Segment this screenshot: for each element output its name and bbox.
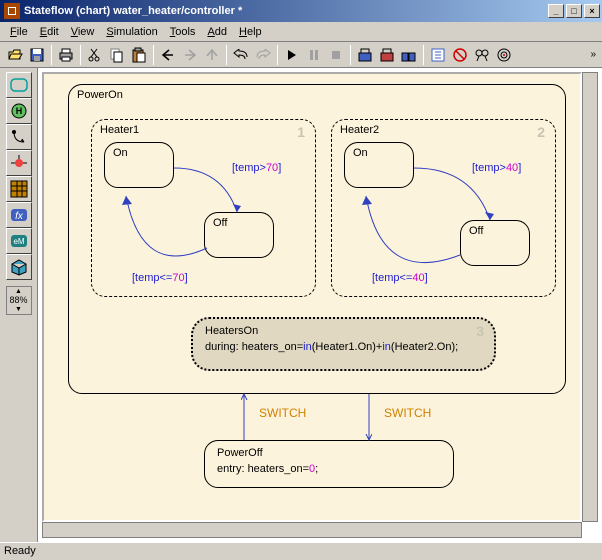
state-h1-on-label: On	[113, 147, 128, 159]
cond-h1-to-on: [temp<=70]	[132, 272, 188, 284]
default-transition-icon[interactable]	[6, 124, 32, 150]
svg-text:H: H	[15, 106, 22, 116]
box-icon[interactable]	[6, 254, 32, 280]
back-icon[interactable]	[157, 44, 179, 66]
targets-icon[interactable]	[493, 44, 515, 66]
target-icon[interactable]	[376, 44, 398, 66]
menu-simulation[interactable]: Simulation	[100, 24, 163, 40]
history-junction-icon[interactable]: H	[6, 98, 32, 124]
menu-edit[interactable]: Edit	[34, 24, 65, 40]
zoom-indicator[interactable]: ▲ 88% ▼	[6, 286, 32, 315]
build-icon[interactable]	[354, 44, 376, 66]
junction-icon[interactable]	[6, 150, 32, 176]
state-heater1-label: Heater1	[100, 124, 139, 136]
open-icon[interactable]	[4, 44, 26, 66]
state-h1-off[interactable]: Off	[204, 212, 274, 258]
state-heaterson[interactable]: 3 HeatersOn during: heaters_on=in(Heater…	[191, 317, 496, 371]
cond-h2-to-off: [temp>40]	[472, 162, 521, 174]
state-heater2[interactable]: Heater2 2 On Off [temp>40] [temp<=40]	[331, 119, 556, 297]
print-icon[interactable]	[55, 44, 77, 66]
state-h2-off[interactable]: Off	[460, 220, 530, 266]
undo-icon[interactable]	[230, 44, 252, 66]
statusbar: Ready	[0, 542, 602, 560]
copy-icon[interactable]	[106, 44, 128, 66]
debug-off-icon[interactable]	[449, 44, 471, 66]
state-h1-off-label: Off	[213, 217, 227, 229]
minimize-button[interactable]: _	[548, 4, 564, 18]
app-icon	[4, 3, 20, 19]
toolbar-overflow-icon[interactable]: »	[590, 49, 598, 60]
status-text: Ready	[4, 545, 36, 557]
toolbar: »	[0, 42, 602, 68]
vertical-scrollbar[interactable]	[582, 72, 598, 522]
state-poweron-label: PowerOn	[77, 89, 123, 101]
palette: H fx eM ▲ 88% ▼	[0, 68, 38, 542]
stop-icon[interactable]	[325, 44, 347, 66]
state-h2-off-label: Off	[469, 225, 483, 237]
menu-file[interactable]: File	[4, 24, 34, 40]
svg-text:eM: eM	[13, 237, 24, 246]
region-1-num: 1	[297, 124, 305, 140]
switch-label-1: SWITCH	[259, 406, 306, 420]
work-area: H fx eM ▲ 88% ▼ PowerOn Heater1 1 On	[0, 68, 602, 542]
maximize-button[interactable]: □	[566, 4, 582, 18]
zoom-down-icon[interactable]: ▼	[7, 306, 31, 314]
state-tool-icon[interactable]	[6, 72, 32, 98]
function-icon[interactable]: fx	[6, 202, 32, 228]
save-icon[interactable]	[26, 44, 48, 66]
switch-label-2: SWITCH	[384, 406, 431, 420]
chart-canvas[interactable]: PowerOn Heater1 1 On Off [temp>70] [temp…	[42, 72, 582, 522]
state-heater1[interactable]: Heater1 1 On Off [temp>70] [temp<=70]	[91, 119, 316, 297]
state-h2-on-label: On	[353, 147, 368, 159]
options-icon[interactable]	[398, 44, 420, 66]
zoom-value: 88	[9, 295, 19, 305]
truth-table-icon[interactable]	[6, 176, 32, 202]
titlebar: Stateflow (chart) water_heater/controlle…	[0, 0, 602, 22]
explore-icon[interactable]	[427, 44, 449, 66]
cond-h1-to-off: [temp>70]	[232, 162, 281, 174]
horizontal-scrollbar[interactable]	[42, 522, 582, 538]
up-icon[interactable]	[201, 44, 223, 66]
state-poweroff-body: entry: heaters_on=0;	[217, 463, 318, 475]
redo-icon[interactable]	[252, 44, 274, 66]
state-poweroff[interactable]: PowerOff entry: heaters_on=0;	[204, 440, 454, 488]
close-button[interactable]: ×	[584, 4, 600, 18]
window-title: Stateflow (chart) water_heater/controlle…	[24, 5, 546, 17]
menu-view[interactable]: View	[65, 24, 101, 40]
menubar: File Edit View Simulation Tools Add Help	[0, 22, 602, 42]
find-icon[interactable]	[471, 44, 493, 66]
pause-icon[interactable]	[303, 44, 325, 66]
menu-tools[interactable]: Tools	[164, 24, 202, 40]
heaterson-body: during: heaters_on=in(Heater1.On)+in(Hea…	[205, 341, 458, 353]
state-poweron[interactable]: PowerOn Heater1 1 On Off [temp>70] [temp…	[68, 84, 566, 394]
play-icon[interactable]	[281, 44, 303, 66]
heaterson-name: HeatersOn	[205, 325, 258, 337]
canvas-wrap: PowerOn Heater1 1 On Off [temp>70] [temp…	[38, 68, 602, 542]
state-h1-on[interactable]: On	[104, 142, 174, 188]
menu-add[interactable]: Add	[201, 24, 233, 40]
paste-icon[interactable]	[128, 44, 150, 66]
menu-help[interactable]: Help	[233, 24, 268, 40]
state-heater2-label: Heater2	[340, 124, 379, 136]
cond-h2-to-on: [temp<=40]	[372, 272, 428, 284]
zoom-unit: %	[20, 295, 28, 305]
region-3-num: 3	[476, 323, 484, 339]
em-function-icon[interactable]: eM	[6, 228, 32, 254]
forward-icon[interactable]	[179, 44, 201, 66]
state-poweroff-name: PowerOff	[217, 447, 263, 459]
svg-text:fx: fx	[15, 211, 24, 222]
cut-icon[interactable]	[84, 44, 106, 66]
region-2-num: 2	[537, 124, 545, 140]
state-h2-on[interactable]: On	[344, 142, 414, 188]
